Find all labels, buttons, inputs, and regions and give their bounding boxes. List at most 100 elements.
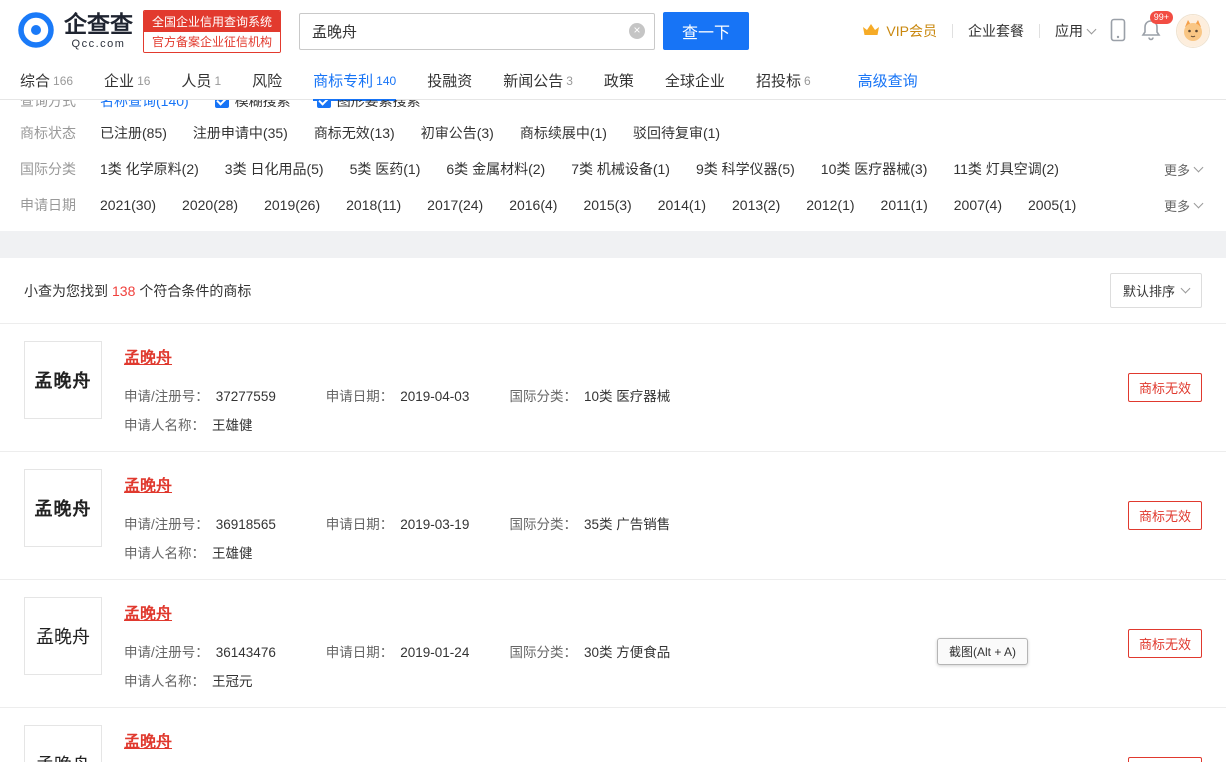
field-label: 申请日期： xyxy=(325,645,394,660)
tab-investment-financing[interactable]: 投融资 xyxy=(427,62,472,100)
filter-option[interactable]: 2012(1) xyxy=(806,197,854,213)
filter-option[interactable]: 注册申请中(35) xyxy=(193,123,288,143)
tab-count: 16 xyxy=(137,73,151,88)
tab-label: 企业 xyxy=(104,73,135,90)
filter-option[interactable]: 9类 科学仪器(5) xyxy=(696,159,795,179)
filter-label: 查询方式 xyxy=(20,100,76,109)
trademark-image[interactable]: 孟晚舟 xyxy=(24,725,102,762)
filter-label: 申请日期 xyxy=(20,197,76,213)
trademark-info: 孟晚舟 申请/注册号：35307529 申请日期：2018-12-14 国际分类… xyxy=(124,725,1112,762)
filter-option[interactable]: 3类 日化用品(5) xyxy=(225,159,324,179)
enterprise-package-link[interactable]: 企业套餐 xyxy=(968,21,1024,41)
filter-option[interactable]: 1类 化学原料(2) xyxy=(100,159,199,179)
qcc-logo[interactable]: 企查查 Qcc.com xyxy=(16,10,133,53)
search-button[interactable]: 查一下 xyxy=(663,12,750,50)
trademark-title-link[interactable]: 孟晚舟 xyxy=(124,344,172,368)
filter-option[interactable]: 2005(1) xyxy=(1028,197,1076,213)
filter-checkbox-option[interactable]: 图形要素搜索 xyxy=(316,100,421,111)
filter-option[interactable]: 2014(1) xyxy=(658,197,706,213)
filter-option[interactable]: 2011(1) xyxy=(881,197,928,213)
logo-text: 企查查 Qcc.com xyxy=(64,12,133,50)
filter-option[interactable]: 2017(24) xyxy=(427,197,483,213)
notifications-bell-icon[interactable]: 99+ xyxy=(1141,10,1173,44)
clear-search-icon[interactable]: × xyxy=(629,23,646,39)
tab-risk[interactable]: 风险 xyxy=(252,62,282,100)
trademark-status-badge[interactable]: 商标无效 xyxy=(1127,373,1202,402)
filter-option[interactable]: 2015(3) xyxy=(583,197,631,213)
tab-news-announcements[interactable]: 新闻公告 3 xyxy=(503,62,573,100)
trademark-result-item: 孟晚舟 孟晚舟 申请/注册号： 36918565 申请日期： 2019-03-19 … xyxy=(0,452,1226,580)
filter-option[interactable]: 2021(30) xyxy=(100,197,156,213)
filter-option[interactable]: 2020(28) xyxy=(182,197,238,213)
more-dates-link[interactable]: 更多 xyxy=(1164,196,1204,215)
filter-option[interactable]: 2013(2) xyxy=(732,197,780,213)
results-panel: 小查为您找到 138 个符合条件的商标 默认排序 孟晚舟 孟晚舟 申请/注册号： 37… xyxy=(0,258,1226,762)
filter-label: 国际分类 xyxy=(20,161,76,177)
registration-number: 36143476 xyxy=(215,645,276,660)
filter-option[interactable]: 初审公告(3) xyxy=(421,123,494,143)
trademark-result-item: 孟晚舟 孟晚舟 申请/注册号：35307529 申请日期：2018-12-14 … xyxy=(0,708,1226,762)
tab-personnel[interactable]: 人员 1 xyxy=(181,62,221,100)
tab-label: 人员 xyxy=(181,73,212,90)
filter-option[interactable]: 2016(4) xyxy=(509,197,557,213)
trademark-status-filter-row: 商标状态 已注册(85) 注册申请中(35) 商标无效(13) 初审公告(3) … xyxy=(20,115,1206,151)
filter-option[interactable]: 2019(26) xyxy=(264,197,320,213)
apps-menu[interactable]: 应用 xyxy=(1055,21,1097,41)
mobile-app-icon[interactable] xyxy=(1110,18,1126,45)
tab-trademark-patent[interactable]: 商标专利 140 xyxy=(313,62,397,101)
trademark-title-link[interactable]: 孟晚舟 xyxy=(124,600,172,624)
trademark-image[interactable]: 孟晚舟 xyxy=(24,597,102,675)
filter-option[interactable]: 7类 机械设备(1) xyxy=(571,159,670,179)
filter-option[interactable]: 10类 医疗器械(3) xyxy=(821,159,928,179)
trademark-result-item: 孟晚舟 孟晚舟 申请/注册号： 37277559 申请日期： 2019-04-03 … xyxy=(0,324,1226,452)
filter-option[interactable]: 名称查询(140) xyxy=(100,100,189,111)
more-classes-link[interactable]: 更多 xyxy=(1164,160,1204,179)
checkbox-checked-icon xyxy=(214,100,229,108)
tab-label: 全球企业 xyxy=(664,73,725,90)
applicant-name: 王雄健 xyxy=(212,418,253,433)
applicant-name: 王冠元 xyxy=(212,674,253,689)
trademark-status-badge[interactable]: 商标无效 xyxy=(1127,629,1202,658)
trademark-title-link[interactable]: 孟晚舟 xyxy=(124,472,172,496)
trademark-title-link[interactable]: 孟晚舟 xyxy=(124,728,172,752)
filter-option[interactable]: 驳回待复审(1) xyxy=(633,123,720,143)
trademark-image[interactable]: 孟晚舟 xyxy=(24,469,102,547)
sort-dropdown-button[interactable]: 默认排序 xyxy=(1109,273,1202,308)
filter-option[interactable]: 6类 金属材料(2) xyxy=(446,159,545,179)
filter-option[interactable]: 2018(11) xyxy=(346,197,401,213)
trademark-result-item: 孟晚舟 孟晚舟 申请/注册号： 36143476 申请日期： 2019-01-24 … xyxy=(0,580,1226,708)
field-label: 申请日期： xyxy=(325,517,394,532)
filter-option[interactable]: 2007(4) xyxy=(954,197,1002,213)
topbar: 企查查 Qcc.com 全国企业信用查询系统 官方备案企业征信机构 × 查一下 … xyxy=(0,0,1226,62)
notification-count-badge: 99+ xyxy=(1149,10,1173,24)
chevron-down-icon xyxy=(1193,198,1204,208)
divider xyxy=(1039,24,1040,38)
user-avatar[interactable] xyxy=(1176,14,1210,48)
cert-badge-line1: 全国企业信用查询系统 xyxy=(144,10,281,32)
tab-bidding[interactable]: 招投标 6 xyxy=(756,62,811,100)
tab-global-companies[interactable]: 全球企业 xyxy=(665,62,725,100)
trademark-status-badge[interactable]: 商标无效 xyxy=(1127,501,1202,530)
filter-option[interactable]: 11类 灯具空调(2) xyxy=(953,159,1059,179)
filter-option[interactable]: 已注册(85) xyxy=(100,123,167,143)
filter-option[interactable]: 商标续展中(1) xyxy=(520,123,607,143)
advanced-search-link[interactable]: 高级查询 xyxy=(858,70,918,91)
international-class-filter-row: 国际分类 1类 化学原料(2) 3类 日化用品(5) 5类 医药(1) 6类 金… xyxy=(20,151,1206,187)
tab-policy[interactable]: 政策 xyxy=(604,62,634,100)
filter-checkbox-option[interactable]: 模糊搜索 xyxy=(214,100,291,111)
tab-label: 综合 xyxy=(20,73,51,90)
trademark-status-badge[interactable]: 商标无效 xyxy=(1127,757,1202,762)
filter-option[interactable]: 5类 医药(1) xyxy=(350,159,421,179)
filter-option[interactable]: 商标无效(13) xyxy=(314,123,395,143)
topbar-right: VIP会员 企业套餐 应用 99+ xyxy=(862,10,1210,48)
chevron-down-icon xyxy=(1193,162,1204,172)
cert-badge-line2: 官方备案企业征信机构 xyxy=(144,31,281,52)
tab-count: 6 xyxy=(803,73,811,88)
trademark-image[interactable]: 孟晚舟 xyxy=(24,341,102,419)
search-input[interactable] xyxy=(299,12,656,50)
tab-company[interactable]: 企业 16 xyxy=(104,62,150,100)
brand-domain: Qcc.com xyxy=(71,37,126,50)
vip-member-link[interactable]: VIP会员 xyxy=(862,21,937,41)
tab-count: 3 xyxy=(566,73,573,88)
tab-comprehensive[interactable]: 综合 166 xyxy=(20,62,73,100)
